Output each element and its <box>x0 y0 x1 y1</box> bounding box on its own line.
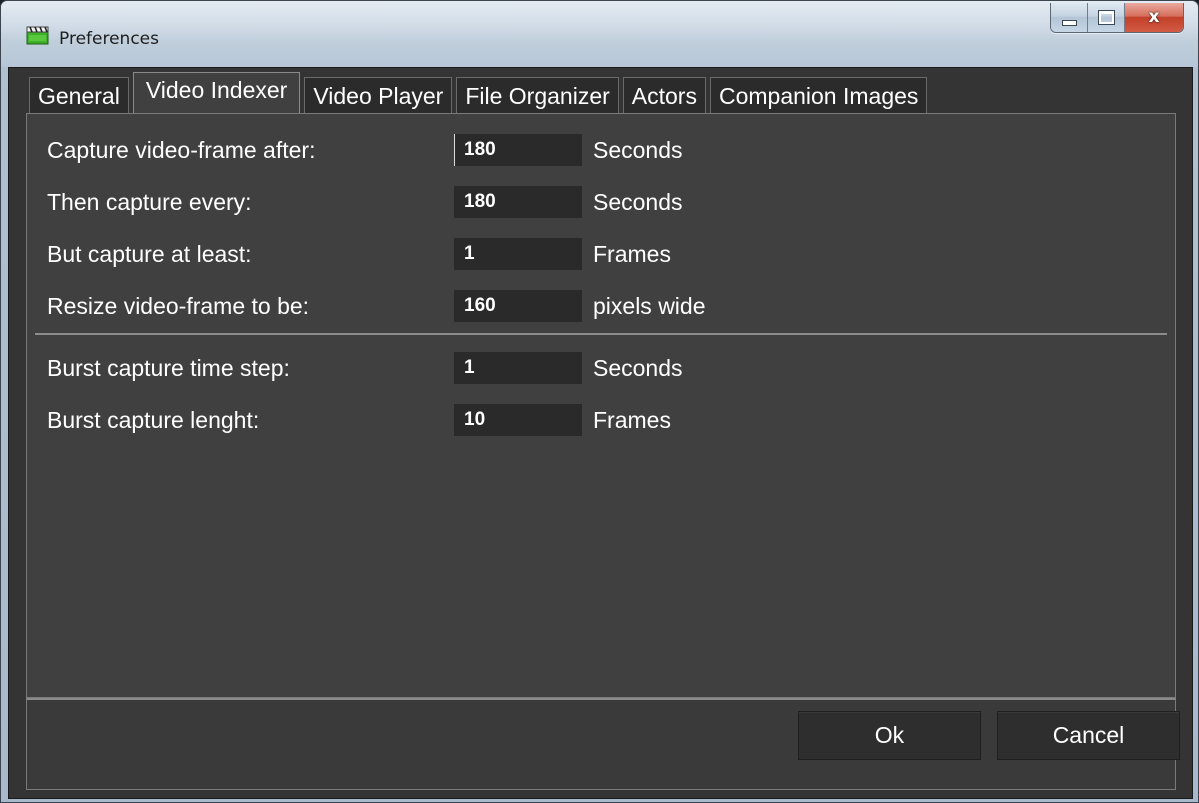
burst-time-step-label: Burst capture time step: <box>47 355 290 381</box>
tab-actors[interactable]: Actors <box>622 77 706 114</box>
capture-after-input[interactable] <box>454 134 582 166</box>
burst-length-row: Burst capture lenght: Frames <box>47 404 847 436</box>
dialog-button-bar: Ok Cancel <box>26 698 1180 790</box>
burst-time-step-input[interactable] <box>454 352 582 384</box>
cancel-button[interactable]: Cancel <box>997 711 1180 760</box>
maximize-button[interactable] <box>1088 3 1125 32</box>
ok-button[interactable]: Ok <box>798 711 981 760</box>
resize-frame-label: Resize video-frame to be: <box>47 293 310 319</box>
dialog-client-area: General Video Indexer Video Player File … <box>8 67 1193 799</box>
capture-at-least-label: But capture at least: <box>47 241 252 267</box>
maximize-icon <box>1097 10 1115 25</box>
burst-length-label: Burst capture lenght: <box>47 407 260 433</box>
close-icon: x <box>1148 7 1160 27</box>
capture-every-input[interactable] <box>454 186 582 218</box>
close-button[interactable]: x <box>1125 3 1183 32</box>
capture-after-label: Capture video-frame after: <box>47 137 316 163</box>
resize-frame-input[interactable] <box>454 290 582 322</box>
capture-every-label: Then capture every: <box>47 189 252 215</box>
tab-bar: General Video Indexer Video Player File … <box>29 72 931 114</box>
minimize-button[interactable] <box>1051 3 1088 32</box>
capture-every-row: Then capture every: Seconds <box>47 186 847 218</box>
section-divider <box>35 333 1167 335</box>
capture-at-least-row: But capture at least: Frames <box>47 238 847 270</box>
video-indexer-panel: Capture video-frame after: Seconds Then … <box>26 113 1176 698</box>
burst-time-step-unit: Seconds <box>593 355 683 381</box>
tab-video-player[interactable]: Video Player <box>304 77 453 114</box>
tab-video-indexer[interactable]: Video Indexer <box>132 72 301 114</box>
burst-time-step-row: Burst capture time step: Seconds <box>47 352 847 384</box>
minimize-icon <box>1061 19 1077 26</box>
tab-general[interactable]: General <box>29 77 129 114</box>
capture-after-unit: Seconds <box>593 137 683 163</box>
resize-frame-row: Resize video-frame to be: pixels wide <box>47 290 847 322</box>
burst-length-input[interactable] <box>454 404 582 436</box>
title-bar[interactable]: Preferences x <box>1 1 1198 67</box>
capture-at-least-input[interactable] <box>454 238 582 270</box>
tab-companion-images[interactable]: Companion Images <box>709 77 928 114</box>
resize-frame-unit: pixels wide <box>593 293 706 319</box>
clapperboard-icon <box>26 26 49 45</box>
preferences-window: Preferences x General Video Indexer Vide… <box>0 0 1199 803</box>
burst-length-unit: Frames <box>593 407 671 433</box>
window-title: Preferences <box>59 29 159 49</box>
tab-file-organizer[interactable]: File Organizer <box>456 77 619 114</box>
capture-after-row: Capture video-frame after: Seconds <box>47 134 847 166</box>
capture-at-least-unit: Frames <box>593 241 671 267</box>
window-controls: x <box>1050 3 1184 33</box>
capture-every-unit: Seconds <box>593 189 683 215</box>
